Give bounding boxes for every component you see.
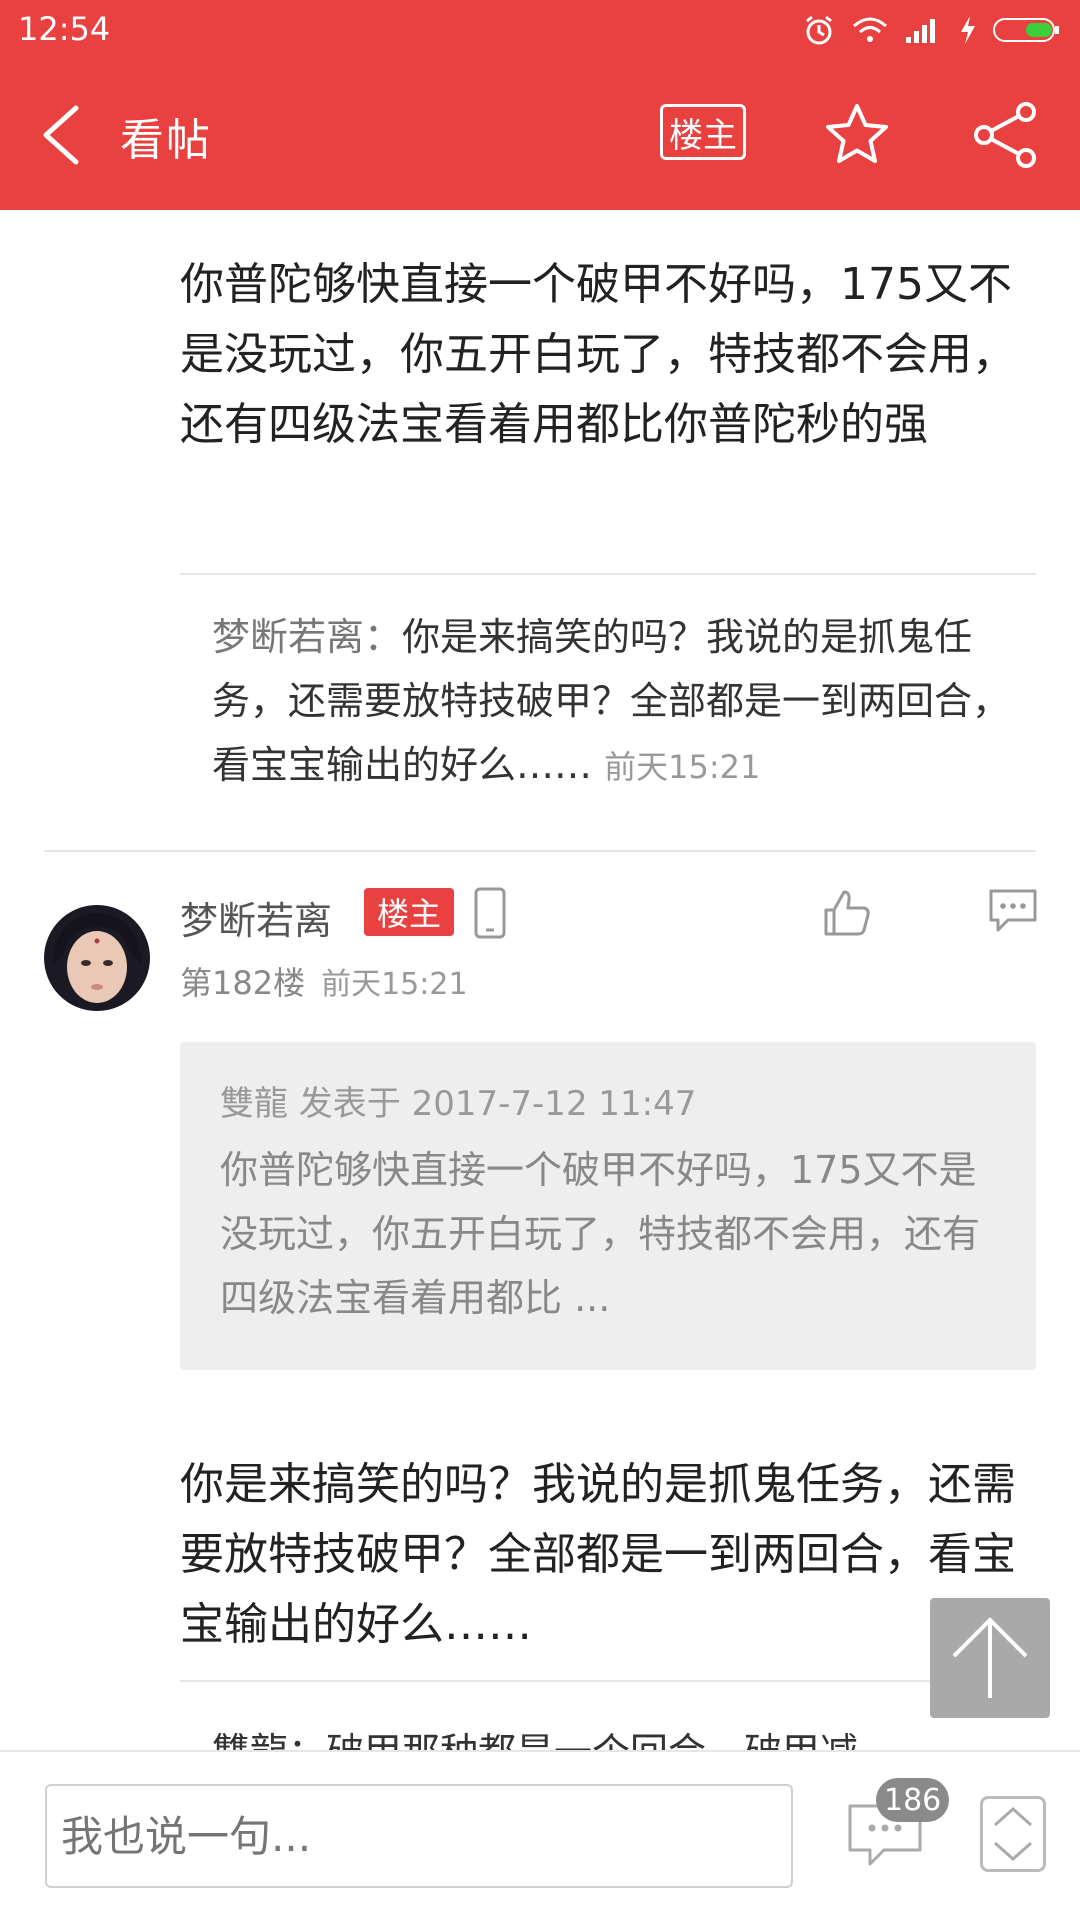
share-icon xyxy=(974,102,1036,168)
star-icon xyxy=(826,104,888,163)
thumbs-up-icon xyxy=(824,890,870,936)
reply-button[interactable] xyxy=(986,886,1040,936)
charging-icon xyxy=(961,16,975,44)
divider xyxy=(180,1680,1036,1682)
favorite-button[interactable] xyxy=(822,100,892,170)
mobile-icon xyxy=(470,886,510,940)
page-nav-button[interactable] xyxy=(980,1796,1046,1872)
quote-text: 你普陀够快直接一个破甲不好吗，175又不是没玩过，你五开白玩了，特技都不会用，还… xyxy=(220,1148,981,1320)
post-divider xyxy=(44,850,1036,852)
arrow-up-icon xyxy=(952,1617,1028,1698)
comment-input[interactable] xyxy=(45,1784,793,1888)
signal-icon xyxy=(906,19,935,43)
wifi-icon xyxy=(853,17,887,42)
op-badge: 楼主 xyxy=(364,888,454,936)
avatar-image xyxy=(44,905,150,1011)
bottom-bar: 186 xyxy=(0,1750,1080,1922)
app-bar: 看帖 楼主 xyxy=(0,60,1080,210)
op-only-toggle[interactable]: 楼主 xyxy=(660,104,746,160)
sub-reply-partial[interactable]: 雙龍：破甲那种都是一个回合，破甲减 xyxy=(212,1720,1012,1750)
prev-post-text: 你普陀够快直接一个破甲不好吗，175又不是没玩过，你五开白玩了，特技都不会用，还… xyxy=(180,259,1016,450)
comment-count-badge: 186 xyxy=(876,1778,950,1822)
status-time: 12:54 xyxy=(18,10,111,48)
post-text: 你是来搞笑的吗？我说的是抓鬼任务，还需要放特技破甲？全部都是一到两回合，看宝宝输… xyxy=(180,1459,1016,1650)
battery-icon xyxy=(993,18,1059,42)
floor-info: 第182楼 前天15:21 xyxy=(180,958,468,1004)
alarm-icon xyxy=(806,15,832,45)
share-button[interactable] xyxy=(970,100,1040,170)
floor-number: 第182楼 xyxy=(180,964,306,1002)
page-title: 看帖 xyxy=(120,115,212,166)
status-icons xyxy=(802,10,1062,50)
scroll-to-top-button[interactable] xyxy=(930,1598,1050,1718)
quote-box[interactable]: 雙龍 发表于 2017-7-12 11:47 你普陀够快直接一个破甲不好吗，17… xyxy=(180,1042,1036,1370)
comment-icon xyxy=(989,889,1037,932)
author-name[interactable]: 梦断若离 xyxy=(180,890,332,945)
thread-content[interactable]: 你普陀够快直接一个破甲不好吗，175又不是没玩过，你五开白玩了，特技都不会用，还… xyxy=(0,210,1080,1750)
page-nav-icon xyxy=(994,1806,1032,1862)
back-button[interactable] xyxy=(30,100,100,170)
back-arrow-icon xyxy=(43,105,79,165)
post-time: 前天15:21 xyxy=(321,967,468,1002)
status-bar: 12:54 xyxy=(0,0,1080,60)
divider xyxy=(180,573,1036,575)
sub-reply-time: 前天15:21 xyxy=(604,748,761,786)
avatar[interactable] xyxy=(44,905,150,1011)
like-button[interactable] xyxy=(820,886,874,940)
sub-reply[interactable]: 梦断若离：你是来搞笑的吗？我说的是抓鬼任务，还需要放特技破甲？全部都是一到两回合… xyxy=(212,605,1012,799)
sub-reply-author[interactable]: 梦断若离： xyxy=(212,615,402,659)
quote-header: 雙龍 发表于 2017-7-12 11:47 xyxy=(220,1084,697,1124)
